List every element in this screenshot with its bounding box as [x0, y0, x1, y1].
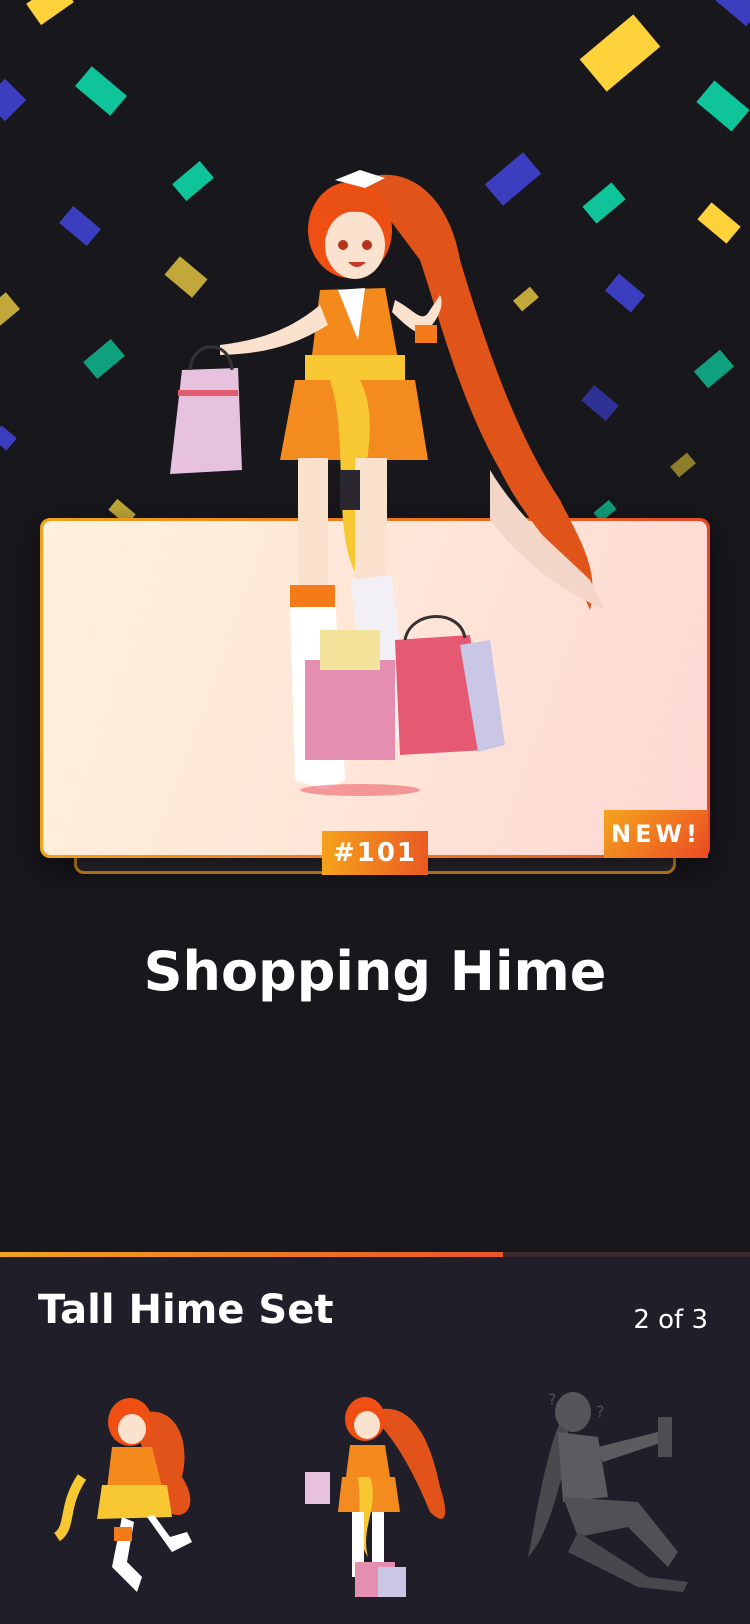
character-name: Shopping Hime	[143, 940, 607, 1003]
set-count: 2 of 3	[633, 1305, 708, 1335]
svg-text:?: ?	[548, 1390, 557, 1409]
set-item-3-locked[interactable]: ? ?	[518, 1377, 708, 1607]
set-title: Tall Hime Set	[38, 1287, 334, 1333]
hime-jumping-icon	[53, 1398, 192, 1592]
hime-shopping-icon	[170, 170, 605, 796]
hime-sitting-silhouette-icon: ? ?	[528, 1390, 688, 1592]
hime-shopping-icon	[305, 1397, 446, 1597]
set-panel: Tall Hime Set 2 of 3 ? ?	[0, 1257, 750, 1624]
character-illustration	[160, 140, 620, 820]
set-thumbnails: ? ?	[0, 1377, 750, 1617]
svg-text:?: ?	[596, 1402, 605, 1421]
new-badge: NEW!	[604, 810, 708, 858]
set-item-1[interactable]	[42, 1377, 232, 1607]
set-item-2[interactable]	[280, 1377, 470, 1607]
character-number-badge: #101	[322, 831, 428, 875]
